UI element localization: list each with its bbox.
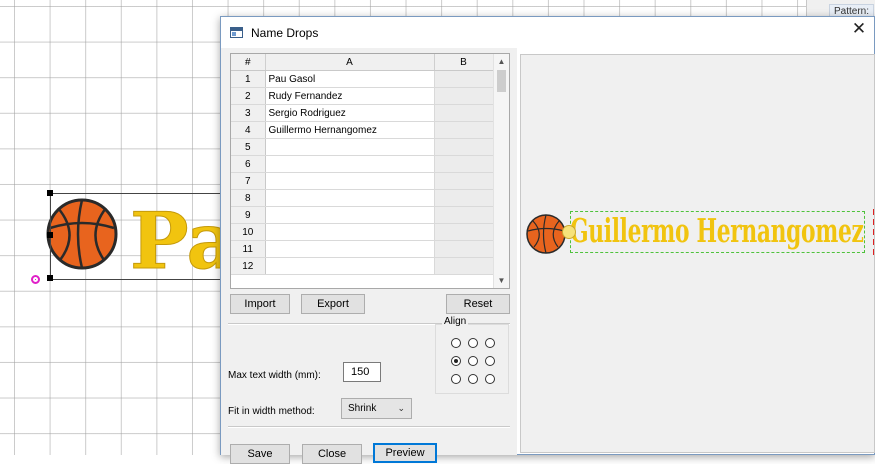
align-top-right-radio[interactable]	[485, 338, 495, 348]
row-number[interactable]: 12	[231, 257, 266, 275]
cell-a[interactable]	[265, 240, 435, 258]
cell-b[interactable]	[434, 155, 494, 173]
preview-anchor-point	[562, 225, 576, 239]
table-row[interactable]: 1 Pau Gasol	[231, 70, 494, 88]
preview-button[interactable]: Preview	[373, 443, 437, 463]
cell-a[interactable]	[265, 172, 435, 190]
cell-a[interactable]: Sergio Rodriguez	[265, 104, 435, 122]
row-number[interactable]: 1	[231, 70, 266, 88]
cell-a[interactable]	[265, 155, 435, 173]
table-row[interactable]: 6	[231, 155, 494, 173]
cell-b[interactable]	[434, 70, 494, 88]
cell-a[interactable]: Pau Gasol	[265, 70, 435, 88]
table-row[interactable]: 11	[231, 240, 494, 258]
fit-method-value: Shrink	[348, 403, 377, 414]
cell-b[interactable]	[434, 206, 494, 224]
table-row[interactable]: 10	[231, 223, 494, 241]
table-row[interactable]: 3 Sergio Rodriguez	[231, 104, 494, 122]
table-row[interactable]: 7	[231, 172, 494, 190]
fit-method-select[interactable]: Shrink ⌄	[341, 398, 412, 419]
dialog-titlebar[interactable]: Name Drops ✕	[221, 17, 874, 48]
close-icon[interactable]: ✕	[844, 17, 874, 41]
row-number[interactable]: 2	[231, 87, 266, 105]
align-label: Align	[442, 316, 469, 327]
scroll-down-icon[interactable]: ▼	[494, 276, 509, 285]
cell-a[interactable]: Guillermo Hernangomez	[265, 121, 435, 139]
resize-handle-left[interactable]	[47, 232, 53, 238]
row-number[interactable]: 11	[231, 240, 266, 258]
row-number[interactable]: 5	[231, 138, 266, 156]
selection-box[interactable]	[50, 193, 232, 280]
cell-a[interactable]	[265, 138, 435, 156]
cell-b[interactable]	[434, 257, 494, 275]
row-number-header: #	[231, 54, 266, 71]
column-a-header[interactable]: A	[265, 54, 435, 71]
start-point-marker[interactable]	[31, 275, 40, 284]
align-top-left-radio[interactable]	[451, 338, 461, 348]
basketball-icon	[526, 214, 566, 254]
align-middle-right-radio[interactable]	[485, 356, 495, 366]
cell-b[interactable]	[434, 172, 494, 190]
table-row[interactable]: 2 Rudy Fernandez	[231, 87, 494, 105]
table-row[interactable]: 9	[231, 206, 494, 224]
dialog-title: Name Drops	[251, 26, 319, 40]
cell-a[interactable]	[265, 206, 435, 224]
cell-b[interactable]	[434, 121, 494, 139]
row-number[interactable]: 8	[231, 189, 266, 207]
cell-b[interactable]	[434, 138, 494, 156]
names-grid[interactable]: # A B 1 Pau Gasol 2 Rudy Fernandez 3 Sergio R…	[230, 53, 510, 289]
reset-button[interactable]: Reset	[446, 294, 510, 314]
table-row[interactable]: 4 Guillermo Hernangomez	[231, 121, 494, 139]
fit-method-label: Fit in width method:	[228, 406, 315, 417]
cell-b[interactable]	[434, 189, 494, 207]
cell-a[interactable]	[265, 223, 435, 241]
align-middle-left-radio[interactable]	[451, 356, 461, 366]
align-group: Align	[435, 316, 509, 394]
name-drops-dialog: Name Drops ✕ # A B 1 Pau Gasol 2 Rudy Ferna…	[220, 16, 875, 464]
cell-a[interactable]	[265, 257, 435, 275]
grid-scrollbar[interactable]: ▲ ▼	[493, 54, 509, 288]
cell-b[interactable]	[434, 223, 494, 241]
align-bottom-center-radio[interactable]	[468, 374, 478, 384]
row-number[interactable]: 4	[231, 121, 266, 139]
scroll-up-icon[interactable]: ▲	[494, 57, 509, 66]
resize-handle-top-left[interactable]	[47, 190, 53, 196]
table-row[interactable]: 12	[231, 257, 494, 275]
align-bottom-left-radio[interactable]	[451, 374, 461, 384]
max-text-width-label: Max text width (mm):	[228, 370, 321, 381]
window-icon	[230, 27, 243, 38]
export-button[interactable]: Export	[301, 294, 365, 314]
max-text-width-input[interactable]: 150	[343, 362, 381, 382]
preview-text-bounds	[570, 211, 865, 253]
row-number[interactable]: 7	[231, 172, 266, 190]
cell-a[interactable]: Rudy Fernandez	[265, 87, 435, 105]
cell-b[interactable]	[434, 240, 494, 258]
align-bottom-right-radio[interactable]	[485, 374, 495, 384]
divider	[228, 426, 510, 428]
import-button[interactable]: Import	[230, 294, 290, 314]
row-number[interactable]: 9	[231, 206, 266, 224]
column-b-header[interactable]: B	[434, 54, 494, 71]
align-top-center-radio[interactable]	[468, 338, 478, 348]
row-number[interactable]: 10	[231, 223, 266, 241]
row-number[interactable]: 3	[231, 104, 266, 122]
row-number[interactable]: 6	[231, 155, 266, 173]
preview-pane: Guillermo Hernangomez	[520, 54, 875, 453]
cell-b[interactable]	[434, 104, 494, 122]
save-button[interactable]: Save	[230, 444, 290, 464]
table-row[interactable]: 8	[231, 189, 494, 207]
scroll-thumb[interactable]	[497, 70, 506, 92]
resize-handle-bottom-left[interactable]	[47, 275, 53, 281]
settings-pane: # A B 1 Pau Gasol 2 Rudy Fernandez 3 Sergio R…	[221, 48, 517, 464]
table-row[interactable]: 5	[231, 138, 494, 156]
cell-b[interactable]	[434, 87, 494, 105]
cell-a[interactable]	[265, 189, 435, 207]
chevron-down-icon: ⌄	[397, 403, 405, 413]
close-button[interactable]: Close	[302, 444, 362, 464]
align-middle-center-radio[interactable]	[468, 356, 478, 366]
